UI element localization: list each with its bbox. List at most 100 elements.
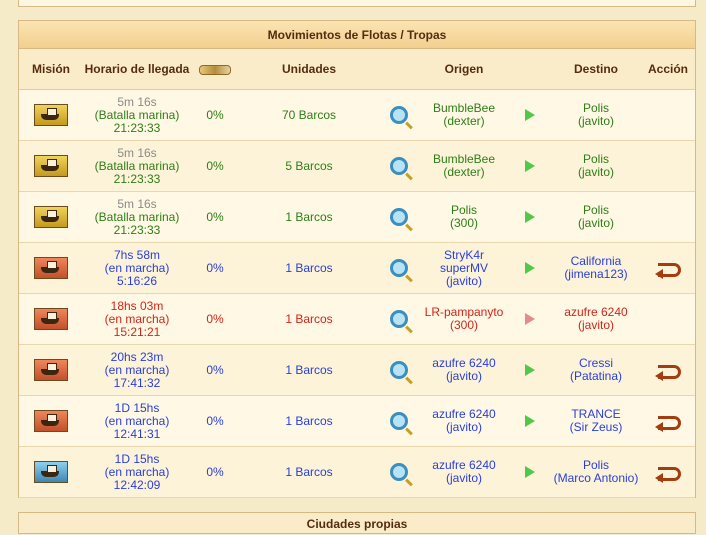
units-count: 1 Barcos — [239, 242, 379, 294]
destination-cell[interactable]: Cressi (Patatina) — [551, 344, 641, 396]
origin-owner: (dexter) — [443, 114, 485, 128]
details-cell[interactable] — [379, 242, 419, 294]
action-cell — [641, 395, 695, 447]
destination-cell[interactable]: Polis (javito) — [551, 140, 641, 192]
units-count: 1 Barcos — [239, 446, 379, 498]
table-row: 7hs 58m (en marcha) 5:16:26 0% 1 Barcos … — [19, 242, 695, 294]
origin-cell[interactable]: LR-pampanyto (300) — [419, 293, 509, 345]
progress-percent: 0% — [191, 140, 239, 192]
direction-cell — [509, 140, 551, 192]
action-cell — [641, 344, 695, 396]
arrival-time: 1D 15hs — [114, 400, 160, 415]
direction-arrow-icon — [525, 415, 535, 428]
destination-cell[interactable]: Polis (javito) — [551, 191, 641, 243]
origin-cell[interactable]: Polis (300) — [419, 191, 509, 243]
origin-cell[interactable]: azufre 6240 (javito) — [419, 344, 509, 396]
action-cell — [641, 89, 695, 141]
action-cell — [641, 140, 695, 192]
arrival-status: (Batalla marina) — [94, 107, 180, 122]
direction-cell — [509, 242, 551, 294]
arrival-status: (en marcha) — [104, 362, 170, 377]
details-cell[interactable] — [379, 140, 419, 192]
details-cell[interactable] — [379, 293, 419, 345]
progress-percent: 0% — [191, 344, 239, 396]
header-details — [379, 49, 419, 90]
details-cell[interactable] — [379, 89, 419, 141]
colony-icon — [34, 461, 68, 483]
destination-owner: (Sir Zeus) — [569, 420, 623, 434]
origin-cell[interactable]: azufre 6240 (javito) — [419, 446, 509, 498]
return-fleet-icon[interactable] — [655, 465, 681, 483]
origin-owner: (300) — [449, 318, 478, 332]
origin-owner: (dexter) — [443, 165, 485, 179]
mission-cell — [19, 293, 83, 345]
destination-cell[interactable]: azufre 6240 (javito) — [551, 293, 641, 345]
arrival-clock: 5:16:26 — [116, 273, 158, 288]
units-count: 1 Barcos — [239, 191, 379, 243]
progress-percent: 0% — [191, 395, 239, 447]
arrival-cell: 18hs 03m (en marcha) 15:21:21 — [83, 293, 191, 345]
return-fleet-icon[interactable] — [655, 363, 681, 381]
details-cell[interactable] — [379, 191, 419, 243]
arrival-time: 5m 16s — [117, 196, 157, 211]
arrival-status: (en marcha) — [104, 413, 170, 428]
table-row: 5m 16s (Batalla marina) 21:23:33 0% 5 Ba… — [19, 140, 695, 192]
magnifier-icon[interactable] — [390, 208, 408, 226]
direction-cell — [509, 395, 551, 447]
origin-cell[interactable]: BumbleBee (dexter) — [419, 140, 509, 192]
own-cities-panel: Ciudades propias — [18, 512, 696, 534]
origin-cell[interactable]: StryK4r superMV (javito) — [419, 242, 509, 294]
progress-percent: 0% — [191, 293, 239, 345]
origin-name[interactable]: StryK4r superMV — [419, 248, 509, 275]
arrival-status: (en marcha) — [104, 311, 170, 326]
arrival-time: 18hs 03m — [110, 298, 164, 313]
transport-icon — [34, 359, 68, 381]
destination-owner: (javito) — [577, 114, 614, 128]
origin-owner: (javito) — [445, 369, 482, 383]
destination-owner: (javito) — [577, 216, 614, 230]
origin-owner: (300) — [449, 216, 478, 230]
direction-arrow-icon — [525, 466, 535, 479]
action-cell — [641, 191, 695, 243]
units-count: 1 Barcos — [239, 395, 379, 447]
arrival-status: (Batalla marina) — [94, 158, 180, 173]
destination-cell[interactable]: Polis (Marco Antonio) — [551, 446, 641, 498]
details-cell[interactable] — [379, 395, 419, 447]
progress-percent: 0% — [191, 242, 239, 294]
header-action: Acción — [641, 49, 695, 90]
direction-arrow-icon — [525, 160, 535, 173]
origin-cell[interactable]: BumbleBee (dexter) — [419, 89, 509, 141]
table-row: 5m 16s (Batalla marina) 21:23:33 0% 1 Ba… — [19, 191, 695, 243]
table-header-row: Misión Horario de llegada Unidades Orige… — [19, 49, 695, 90]
return-fleet-icon[interactable] — [655, 414, 681, 432]
action-cell — [641, 446, 695, 498]
arrival-status: (Batalla marina) — [94, 209, 180, 224]
magnifier-icon[interactable] — [390, 259, 408, 277]
destination-owner: (Marco Antonio) — [553, 471, 639, 485]
arrival-time: 5m 16s — [117, 94, 157, 109]
mission-cell — [19, 140, 83, 192]
details-cell[interactable] — [379, 344, 419, 396]
destination-owner: (jimena123) — [564, 267, 628, 281]
origin-cell[interactable]: azufre 6240 (javito) — [419, 395, 509, 447]
magnifier-icon[interactable] — [390, 106, 408, 124]
magnifier-icon[interactable] — [390, 412, 408, 430]
magnifier-icon[interactable] — [390, 157, 408, 175]
details-cell[interactable] — [379, 446, 419, 498]
arrival-status: (en marcha) — [104, 260, 170, 275]
table-row: 20hs 23m (en marcha) 17:41:32 0% 1 Barco… — [19, 344, 695, 396]
header-progress — [191, 49, 239, 90]
battle-icon — [34, 155, 68, 177]
header-origin: Origen — [419, 49, 509, 90]
destination-cell[interactable]: TRANCE (Sir Zeus) — [551, 395, 641, 447]
header-direction — [509, 49, 551, 90]
destination-cell[interactable]: Polis (javito) — [551, 89, 641, 141]
arrival-cell: 5m 16s (Batalla marina) 21:23:33 — [83, 191, 191, 243]
magnifier-icon[interactable] — [390, 361, 408, 379]
magnifier-icon[interactable] — [390, 463, 408, 481]
destination-cell[interactable]: California (jimena123) — [551, 242, 641, 294]
return-fleet-icon[interactable] — [655, 261, 681, 279]
panel-title: Movimientos de Flotas / Tropas — [19, 21, 695, 49]
magnifier-icon[interactable] — [390, 310, 408, 328]
arrival-clock: 21:23:33 — [113, 171, 161, 186]
